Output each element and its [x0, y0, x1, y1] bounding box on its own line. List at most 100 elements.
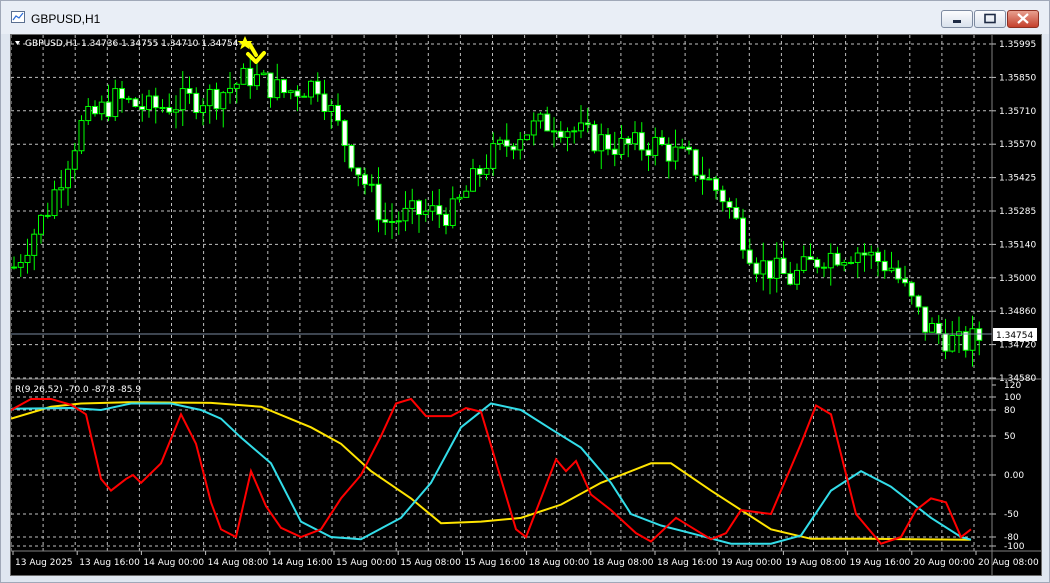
candle-body [308, 80, 314, 98]
candle-body [929, 322, 935, 333]
candle-body [733, 206, 740, 219]
candle-body [976, 328, 983, 341]
candle-body [632, 132, 638, 145]
candle-body [213, 88, 220, 110]
candle-body [969, 328, 976, 351]
candle-body [800, 256, 807, 271]
time-tick-label: 15 Aug 08:00 [400, 558, 461, 568]
candle-body [618, 137, 625, 155]
candle-body [335, 104, 341, 122]
arrow-down-icon [246, 41, 266, 64]
window-title: GBPUSD,H1 [31, 12, 101, 26]
candle-body [193, 92, 200, 113]
candle-body [740, 217, 746, 251]
chart-info-label: GBPUSD,H1 1.34736 1.34755 1.34710 1.3475… [25, 39, 239, 49]
candle-body [119, 88, 125, 99]
candle-body [605, 134, 611, 150]
candle-body [233, 83, 240, 89]
candle-body [726, 201, 733, 208]
candle-body [584, 122, 591, 126]
candle-body [848, 261, 854, 264]
minimize-button[interactable] [941, 10, 973, 28]
candle-body [98, 101, 105, 115]
time-tick-label: 13 Aug 2025 [15, 558, 73, 568]
close-button[interactable] [1007, 10, 1039, 28]
candle-body [281, 79, 287, 94]
candle-body [395, 220, 402, 223]
price-tick-label: 1.34860 [999, 307, 1036, 317]
candle-body [449, 198, 456, 226]
candle-body [51, 189, 58, 217]
candle-body [854, 252, 861, 263]
candle-body [463, 190, 470, 198]
indicator-tick-label: 0.00 [1004, 471, 1024, 481]
time-tick-label: 19 Aug 08:00 [785, 558, 846, 568]
candle-body [517, 139, 524, 151]
time-axis: 13 Aug 2025 13 Aug 16:00 14 Aug 00:00 14 Au… [12, 551, 1039, 568]
current-price-label: 1.34754 [996, 331, 1033, 341]
candle-body [227, 87, 233, 94]
candle-body [922, 306, 929, 333]
candle-body [564, 131, 571, 138]
chart-window-icon [11, 11, 25, 23]
candle-body [814, 259, 821, 268]
candle-body [38, 214, 44, 235]
candle-body [139, 106, 146, 111]
price-chart-svg[interactable]: 1.35995 1.35850 1.35710 1.35570 1.35425 1.352… [10, 35, 1041, 575]
candle-body [436, 205, 443, 215]
price-tick-label: 1.35850 [999, 73, 1036, 83]
time-tick-label: 19 Aug 16:00 [850, 558, 911, 568]
price-tick-label: 1.35570 [999, 140, 1036, 150]
candle-body [368, 183, 375, 186]
time-tick-label: 15 Aug 00:00 [336, 558, 397, 568]
indicator-axis: 12010080500.00-50-80-100 [992, 381, 1025, 552]
candle-body [942, 333, 949, 352]
candle-body [146, 95, 152, 111]
candle-body [821, 266, 827, 269]
candle-body [287, 90, 294, 94]
time-tick-label: 14 Aug 08:00 [208, 558, 269, 568]
candle-body [382, 219, 389, 223]
candle-body [220, 92, 227, 110]
candle-body [935, 322, 942, 335]
title-bar[interactable]: GBPUSD,H1 [1, 1, 1049, 34]
candle-body [794, 269, 800, 285]
candle-body [105, 101, 112, 118]
candle-body [166, 106, 173, 113]
time-tick-label: 18 Aug 16:00 [657, 558, 718, 568]
indicator-tick-label: -50 [1004, 510, 1019, 520]
candle-body [389, 221, 395, 224]
candle-body [490, 143, 497, 169]
candle-body [132, 98, 139, 108]
candle-body [706, 178, 713, 181]
candle-body [834, 252, 841, 266]
candle-body [544, 113, 551, 132]
time-tick-label: 19 Aug 00:00 [721, 558, 782, 568]
candle-body [11, 266, 17, 269]
indicator-tick-label: 80 [1004, 406, 1016, 416]
price-tick-label: 1.35995 [999, 40, 1036, 50]
candle-body [314, 80, 321, 95]
candle-body [341, 120, 348, 146]
time-tick-label: 14 Aug 00:00 [143, 558, 204, 568]
candle-body [58, 187, 65, 191]
price-tick-label: 1.34720 [999, 341, 1036, 351]
chart-area[interactable]: 1.35995 1.35850 1.35710 1.35570 1.35425 1.352… [10, 34, 1042, 576]
candle-body [200, 105, 206, 113]
price-tick-label: 1.35710 [999, 107, 1036, 117]
candle-body [92, 105, 98, 115]
candle-body [294, 90, 301, 97]
candle-body [402, 207, 409, 222]
candle-body [85, 105, 92, 122]
candle-body [321, 93, 328, 113]
candle-body [267, 72, 274, 99]
candle-body [895, 267, 902, 280]
candle-body [173, 109, 179, 113]
maximize-icon [984, 13, 996, 24]
candle-body [679, 146, 686, 149]
time-tick-label: 20 Aug 08:00 [978, 558, 1039, 568]
candle-body [497, 139, 503, 145]
candle-body [875, 251, 881, 262]
candle-body [787, 273, 794, 285]
maximize-button[interactable] [974, 10, 1006, 28]
